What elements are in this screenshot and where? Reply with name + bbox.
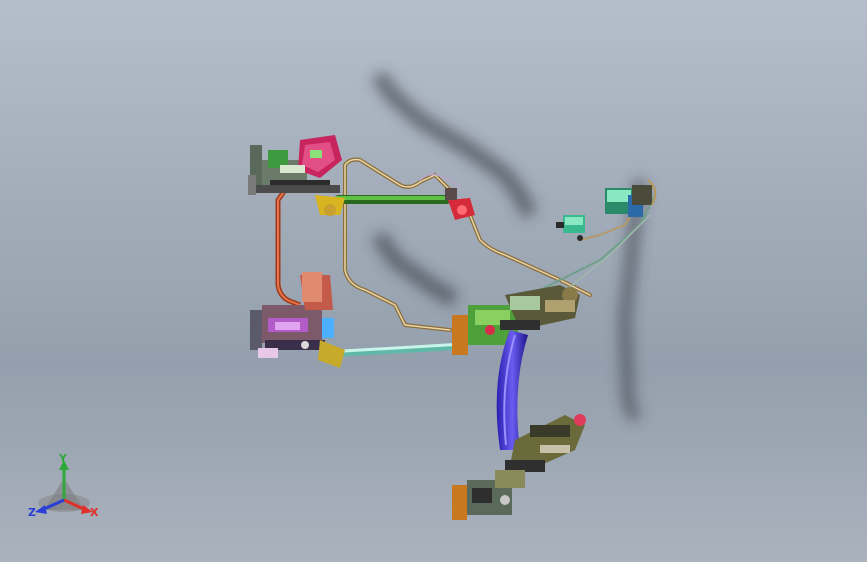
cad-graphics-viewport[interactable]: Y X Z bbox=[0, 0, 867, 562]
orange-pipe[interactable] bbox=[275, 188, 301, 308]
assembly-model[interactable]: Y X Z bbox=[0, 0, 867, 562]
cyan-rod[interactable] bbox=[335, 343, 455, 357]
bottom-mount[interactable] bbox=[452, 470, 525, 520]
middle-left-mechanism[interactable] bbox=[250, 272, 345, 368]
triad-x-label: X bbox=[90, 506, 99, 519]
triad-y-label: Y bbox=[58, 452, 68, 465]
coordinate-triad-icon: Y X Z bbox=[28, 452, 99, 519]
triad-z-label: Z bbox=[28, 506, 36, 519]
green-rod[interactable] bbox=[335, 195, 450, 204]
upper-left-mechanism[interactable] bbox=[248, 135, 345, 216]
blue-curved-tube[interactable] bbox=[496, 330, 528, 450]
red-fitting[interactable] bbox=[445, 188, 475, 220]
